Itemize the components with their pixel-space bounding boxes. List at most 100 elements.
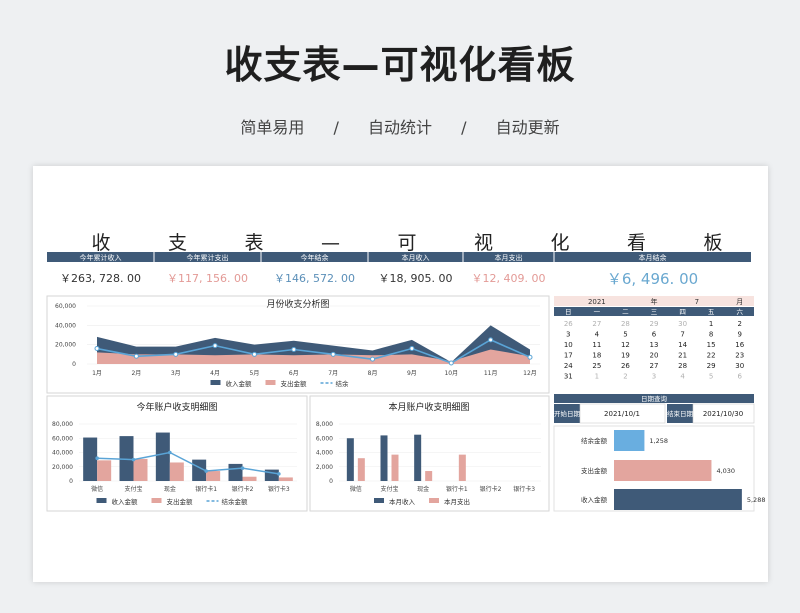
calendar-day: 25 <box>592 362 601 370</box>
legend-label: 结余 <box>336 379 350 388</box>
y-tick-label: 40,000 <box>55 322 76 329</box>
calendar-day: 14 <box>678 341 687 349</box>
banner-char: 看 <box>627 232 646 254</box>
banner-char: 化 <box>550 232 569 254</box>
legend-label: 结余金额 <box>222 497 249 506</box>
kpi-value: ￥6, 496. 00 <box>607 270 698 288</box>
balance-point <box>291 347 297 352</box>
x-tick-label: 2月 <box>131 370 141 377</box>
x-tick-label: 11月 <box>484 370 498 377</box>
legend-swatch <box>210 380 221 385</box>
chart-title: 月份收支分析图 <box>266 298 329 310</box>
calendar-day: 26 <box>564 320 573 328</box>
calendar-day: 22 <box>707 352 716 360</box>
tag-easy: 简单易用 <box>240 118 305 137</box>
calendar-day: 21 <box>678 352 687 360</box>
hbar-label: 支出金额 <box>581 466 608 475</box>
x-tick-label: 支付宝 <box>124 485 142 493</box>
calendar-day: 5 <box>709 373 713 381</box>
x-tick-label: 银行卡2 <box>232 485 254 493</box>
bar-income <box>228 463 243 481</box>
calendar-day: 30 <box>678 320 687 328</box>
calendar-day: 2 <box>737 320 741 328</box>
legend-label: 支出金额 <box>167 497 194 506</box>
calendar-day: 9 <box>737 331 741 339</box>
calendar-day: 28 <box>621 320 630 328</box>
calendar-day: 12 <box>621 341 630 349</box>
calendar-weekday: 一 <box>594 308 601 316</box>
balance-point <box>95 456 99 461</box>
dashboard-sheet: 收 支 表 — 可 视 化 看 板今年累计收入 ￥263, 728. 00 今年累计支出 ￥117, … <box>33 166 768 582</box>
x-tick-label: 5月 <box>250 370 260 377</box>
y-tick-label: 8,000 <box>316 421 333 428</box>
calendar-day: 2 <box>623 373 627 381</box>
y-tick-label: 20,000 <box>55 342 76 349</box>
balance-point <box>488 337 494 343</box>
bar-expense <box>278 477 293 481</box>
kpi-label: 本月收入 <box>402 253 430 262</box>
calendar-day: 10 <box>564 341 573 349</box>
y-tick-label: 40,000 <box>52 450 73 457</box>
banner-char: 支 <box>168 232 187 254</box>
balance-point <box>448 360 454 366</box>
calendar-day: 13 <box>650 341 659 349</box>
balance-point <box>212 343 218 349</box>
calendar-day: 5 <box>623 331 627 339</box>
x-tick-label: 12月 <box>523 370 537 377</box>
x-tick-label: 银行卡3 <box>268 485 290 493</box>
legend-swatch <box>374 498 384 503</box>
balance-point <box>240 466 245 470</box>
kpi-value: ￥263, 728. 00 <box>60 272 141 285</box>
balance-point <box>131 457 136 462</box>
y-tick-label: 20,000 <box>52 464 73 471</box>
balance-point <box>330 351 336 357</box>
bar-expense <box>133 458 148 481</box>
calendar-year-unit: 年 <box>651 297 658 306</box>
calendar-day: 18 <box>592 352 601 360</box>
calendar-day: 11 <box>592 341 601 349</box>
balance-point <box>251 351 257 357</box>
hbar-label: 结余金额 <box>581 436 608 445</box>
legend-label: 支出金额 <box>281 379 308 388</box>
x-tick-label: 8月 <box>368 370 378 377</box>
balance-point <box>527 354 533 360</box>
chart-title: 今年账户收支明细图 <box>136 401 217 413</box>
kpi-label: 今年结余 <box>301 253 329 262</box>
calendar-month: 7 <box>695 298 699 306</box>
chart-title: 本月账户收支明细图 <box>388 401 469 413</box>
y-tick-label: 2,000 <box>316 464 333 471</box>
hbar-value: 4,030 <box>716 467 735 475</box>
x-tick-label: 现金 <box>164 485 176 493</box>
legend-label: 本月收入 <box>389 497 416 506</box>
hbar <box>614 430 645 451</box>
calendar-day: 17 <box>564 352 573 360</box>
x-tick-label: 3月 <box>171 370 181 377</box>
calendar-weekday: 日 <box>565 308 572 316</box>
calendar-day: 4 <box>680 373 685 381</box>
x-tick-label: 银行卡1 <box>195 485 217 493</box>
bar-expense <box>357 458 365 481</box>
banner-char: 收 <box>91 232 110 254</box>
bar-income <box>414 434 422 481</box>
calendar-day: 29 <box>707 362 716 370</box>
balance-point <box>409 346 415 352</box>
calendar-day: 4 <box>595 331 600 339</box>
x-tick-label: 9月 <box>407 370 417 377</box>
hbar <box>614 489 742 510</box>
balance-point <box>277 472 281 476</box>
panel-month-accounts <box>309 395 550 512</box>
banner-char: 表 <box>244 232 263 254</box>
calendar-weekday: 三 <box>651 308 658 316</box>
y-tick-label: 60,000 <box>52 435 73 442</box>
banner-char: 板 <box>703 232 722 254</box>
bar-expense <box>242 476 257 481</box>
x-tick-label: 银行卡3 <box>513 485 535 493</box>
x-tick-label: 6月 <box>289 370 299 377</box>
calendar-day: 7 <box>680 331 684 339</box>
calendar-day: 16 <box>735 341 744 349</box>
balance-point <box>168 450 172 455</box>
hero-title: 收支表—可视化看板 <box>224 43 576 87</box>
calendar-day: 23 <box>735 352 744 360</box>
legend-label: 本月支出 <box>444 497 470 506</box>
legend-swatch <box>265 380 276 385</box>
